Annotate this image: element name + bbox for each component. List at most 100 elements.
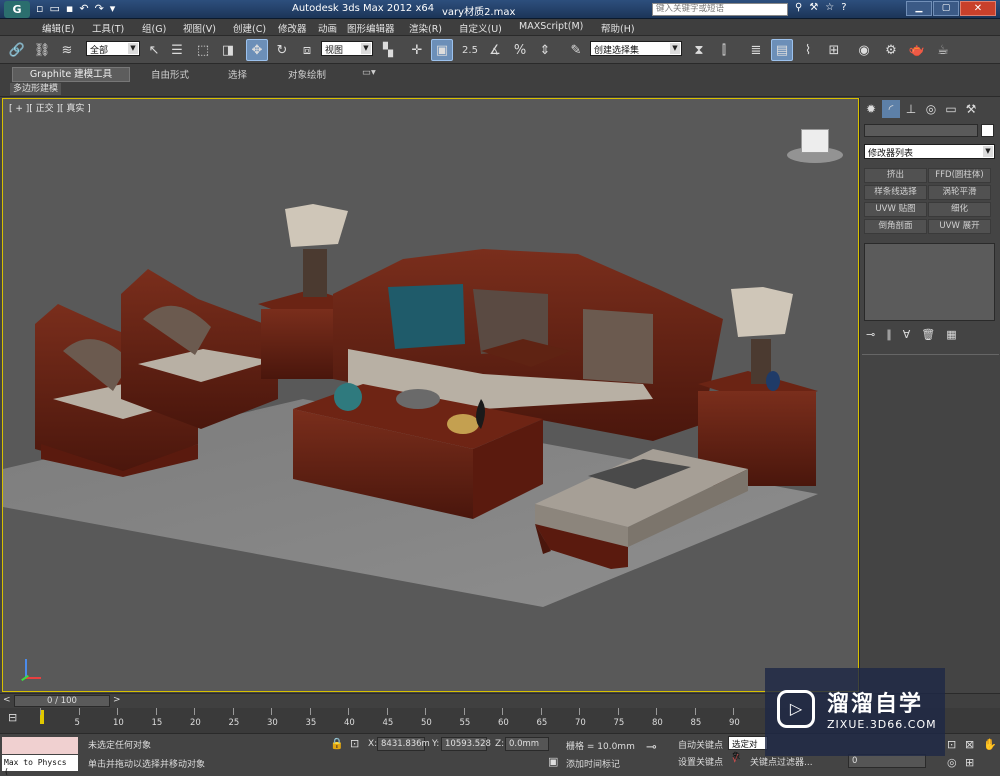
tab-graphite-modeling[interactable]: Graphite 建模工具 bbox=[12, 67, 130, 82]
timeline-ruler[interactable]: 5 10 15 20 25 30 35 40 45 50 55 60 65 70 75 80 85 90 bbox=[40, 708, 765, 733]
time-slider-thumb[interactable]: 0 / 100 bbox=[14, 695, 110, 707]
search-input[interactable]: 键入关键字或短语 bbox=[652, 3, 788, 16]
modifier-stack-list[interactable] bbox=[864, 243, 995, 321]
key-selection-dropdown[interactable]: 选定对象 bbox=[728, 736, 768, 762]
help-icon[interactable]: ? bbox=[841, 2, 853, 13]
add-time-tag[interactable]: 添加时间标记 bbox=[566, 757, 620, 770]
modifier-button-turbosmooth[interactable]: 涡轮平滑 bbox=[928, 185, 991, 200]
perspective-viewport[interactable]: [ + ][ 正交 ][ 真实 ] bbox=[2, 98, 859, 692]
mirror-icon[interactable]: ⧗ bbox=[688, 39, 710, 61]
unlink-icon[interactable]: ⛓ bbox=[31, 39, 53, 61]
menu-maxscript[interactable]: MAXScript(M) bbox=[519, 21, 583, 32]
star-icon[interactable]: ☆ bbox=[825, 2, 841, 13]
reference-coordinate-dropdown[interactable]: 视图 ▼ bbox=[321, 41, 373, 56]
minimize-button[interactable]: ▁ bbox=[906, 1, 932, 16]
configure-sets-icon[interactable]: ▦ bbox=[946, 328, 967, 341]
add-time-tag-icon[interactable]: ▣ bbox=[548, 755, 558, 768]
render-production-icon[interactable]: ☕ bbox=[932, 39, 954, 61]
layer-manager-icon[interactable]: ≣ bbox=[745, 39, 767, 61]
menu-views[interactable]: 视图(V) bbox=[183, 21, 216, 35]
remove-modifier-icon[interactable]: 🗑 bbox=[921, 328, 946, 341]
modifier-button-ffd-cyl[interactable]: FFD(圆柱体) bbox=[928, 168, 991, 183]
selection-filter-dropdown[interactable]: 全部 ▼ bbox=[86, 41, 140, 56]
tab-object-paint[interactable]: 对象绘制 bbox=[288, 67, 326, 81]
undo-icon[interactable]: ↶ bbox=[79, 2, 94, 15]
snaps-toggle-icon[interactable]: 2.5 bbox=[459, 39, 481, 61]
graphite-toggle-icon[interactable]: ▤ bbox=[771, 39, 793, 61]
menu-create[interactable]: 创建(C) bbox=[233, 21, 266, 35]
field-of-view-icon[interactable]: ⊠ bbox=[965, 738, 974, 751]
time-prev-button[interactable]: < bbox=[3, 695, 11, 705]
viewcube-cube-icon[interactable] bbox=[801, 129, 829, 153]
menu-help[interactable]: 帮助(H) bbox=[601, 21, 635, 35]
edit-named-selection-icon[interactable]: ✎ bbox=[565, 39, 587, 61]
modifier-button-extrude[interactable]: 挤出 bbox=[864, 168, 927, 183]
ribbon-options-icon[interactable]: ▭▾ bbox=[362, 67, 376, 81]
y-coordinate-field[interactable]: 10593.528 bbox=[441, 737, 491, 751]
menu-edit[interactable]: 编辑(E) bbox=[42, 21, 74, 35]
material-editor-icon[interactable]: ◉ bbox=[853, 39, 875, 61]
new-file-icon[interactable]: ▫ bbox=[36, 2, 49, 15]
make-unique-icon[interactable]: ∀ bbox=[903, 328, 922, 341]
angle-snap-icon[interactable]: ∡ bbox=[484, 39, 506, 61]
key-filter-icon[interactable]: √ bbox=[732, 754, 738, 765]
wrench-icon[interactable]: ⚒ bbox=[809, 2, 825, 13]
select-object-icon[interactable]: ↖ bbox=[143, 39, 165, 61]
menu-customize[interactable]: 自定义(U) bbox=[459, 21, 502, 35]
maximize-viewport-icon[interactable]: ⊞ bbox=[965, 756, 974, 769]
maxscript-listener-field[interactable] bbox=[2, 737, 78, 754]
binoculars-icon[interactable]: ⚲ bbox=[795, 2, 809, 13]
rectangular-selection-icon[interactable]: ⬚ bbox=[192, 39, 214, 61]
select-and-move-icon[interactable]: ✥ bbox=[246, 39, 268, 61]
customize-dropdown-icon[interactable]: ▾ bbox=[110, 2, 122, 15]
show-end-result-icon[interactable]: ∥ bbox=[886, 328, 903, 341]
key-filters-button[interactable]: 关键点过滤器... bbox=[750, 755, 813, 768]
time-next-button[interactable]: > bbox=[113, 695, 121, 705]
modifier-button-unwrap-uvw[interactable]: UVW 展开 bbox=[928, 219, 991, 234]
motion-tab-icon[interactable]: ◎ bbox=[922, 100, 940, 118]
restore-button[interactable]: ▢ bbox=[933, 1, 959, 16]
set-key-label[interactable]: 设置关键点 bbox=[678, 755, 723, 768]
modify-tab-icon[interactable]: ◜ bbox=[882, 100, 900, 118]
zoom-extents-icon[interactable]: ⊡ bbox=[947, 738, 956, 751]
object-color-swatch[interactable] bbox=[981, 124, 994, 137]
tab-freeform[interactable]: 自由形式 bbox=[151, 67, 189, 81]
align-icon[interactable]: ⫿ bbox=[713, 39, 735, 61]
object-name-field[interactable] bbox=[864, 124, 978, 137]
pivot-center-icon[interactable]: ▚ bbox=[377, 39, 399, 61]
menu-animation[interactable]: 动画 bbox=[318, 21, 337, 35]
auto-key-label[interactable]: 自动关键点 bbox=[678, 738, 723, 751]
close-button[interactable]: ✕ bbox=[960, 1, 996, 16]
named-selection-dropdown[interactable]: 创建选择集 ▼ bbox=[590, 41, 682, 56]
menu-tools[interactable]: 工具(T) bbox=[92, 21, 124, 35]
mini-curve-editor-icon[interactable]: ⊟ bbox=[8, 711, 17, 724]
polygon-modeling-panel-label[interactable]: 多边形建模 bbox=[10, 83, 62, 95]
open-file-icon[interactable]: ▭ bbox=[49, 2, 65, 15]
pin-stack-icon[interactable]: ⊸ bbox=[866, 328, 886, 341]
modifier-button-bevel-profile[interactable]: 倒角剖面 bbox=[864, 219, 927, 234]
modifier-button-uvw-map[interactable]: UVW 贴图 bbox=[864, 202, 927, 217]
menu-group[interactable]: 组(G) bbox=[142, 21, 166, 35]
pan-view-icon[interactable]: ✋ bbox=[983, 738, 997, 751]
absolute-mode-icon[interactable]: ⊡ bbox=[350, 737, 359, 750]
hierarchy-tab-icon[interactable]: ⊥ bbox=[902, 100, 920, 118]
select-by-name-icon[interactable]: ☰ bbox=[166, 39, 188, 61]
tab-selection[interactable]: 选择 bbox=[228, 67, 247, 81]
select-and-rotate-icon[interactable]: ↻ bbox=[271, 39, 293, 61]
menu-graph-editors[interactable]: 图形编辑器 bbox=[347, 21, 395, 35]
orbit-icon[interactable]: ◎ bbox=[947, 756, 957, 769]
lock-selection-icon[interactable]: 🔒 bbox=[330, 737, 344, 750]
render-setup-icon[interactable]: ⚙ bbox=[880, 39, 902, 61]
select-and-scale-icon[interactable]: ⧈ bbox=[296, 39, 318, 61]
create-tab-icon[interactable]: ✹ bbox=[862, 100, 880, 118]
app-logo-icon[interactable]: G bbox=[4, 1, 30, 18]
viewcube[interactable] bbox=[787, 125, 843, 165]
window-crossing-icon[interactable]: ◨ bbox=[217, 39, 239, 61]
key-icon[interactable]: ⊸ bbox=[646, 740, 657, 755]
maxscript-listener-output[interactable]: Max to Physcs ( bbox=[2, 755, 78, 776]
z-coordinate-field[interactable]: 0.0mm bbox=[505, 737, 549, 751]
modifier-list-dropdown[interactable]: 修改器列表 ▼ bbox=[864, 144, 995, 159]
menu-modifiers[interactable]: 修改器 bbox=[278, 21, 307, 35]
percent-snap-icon[interactable]: % bbox=[509, 39, 531, 61]
display-tab-icon[interactable]: ▭ bbox=[942, 100, 960, 118]
